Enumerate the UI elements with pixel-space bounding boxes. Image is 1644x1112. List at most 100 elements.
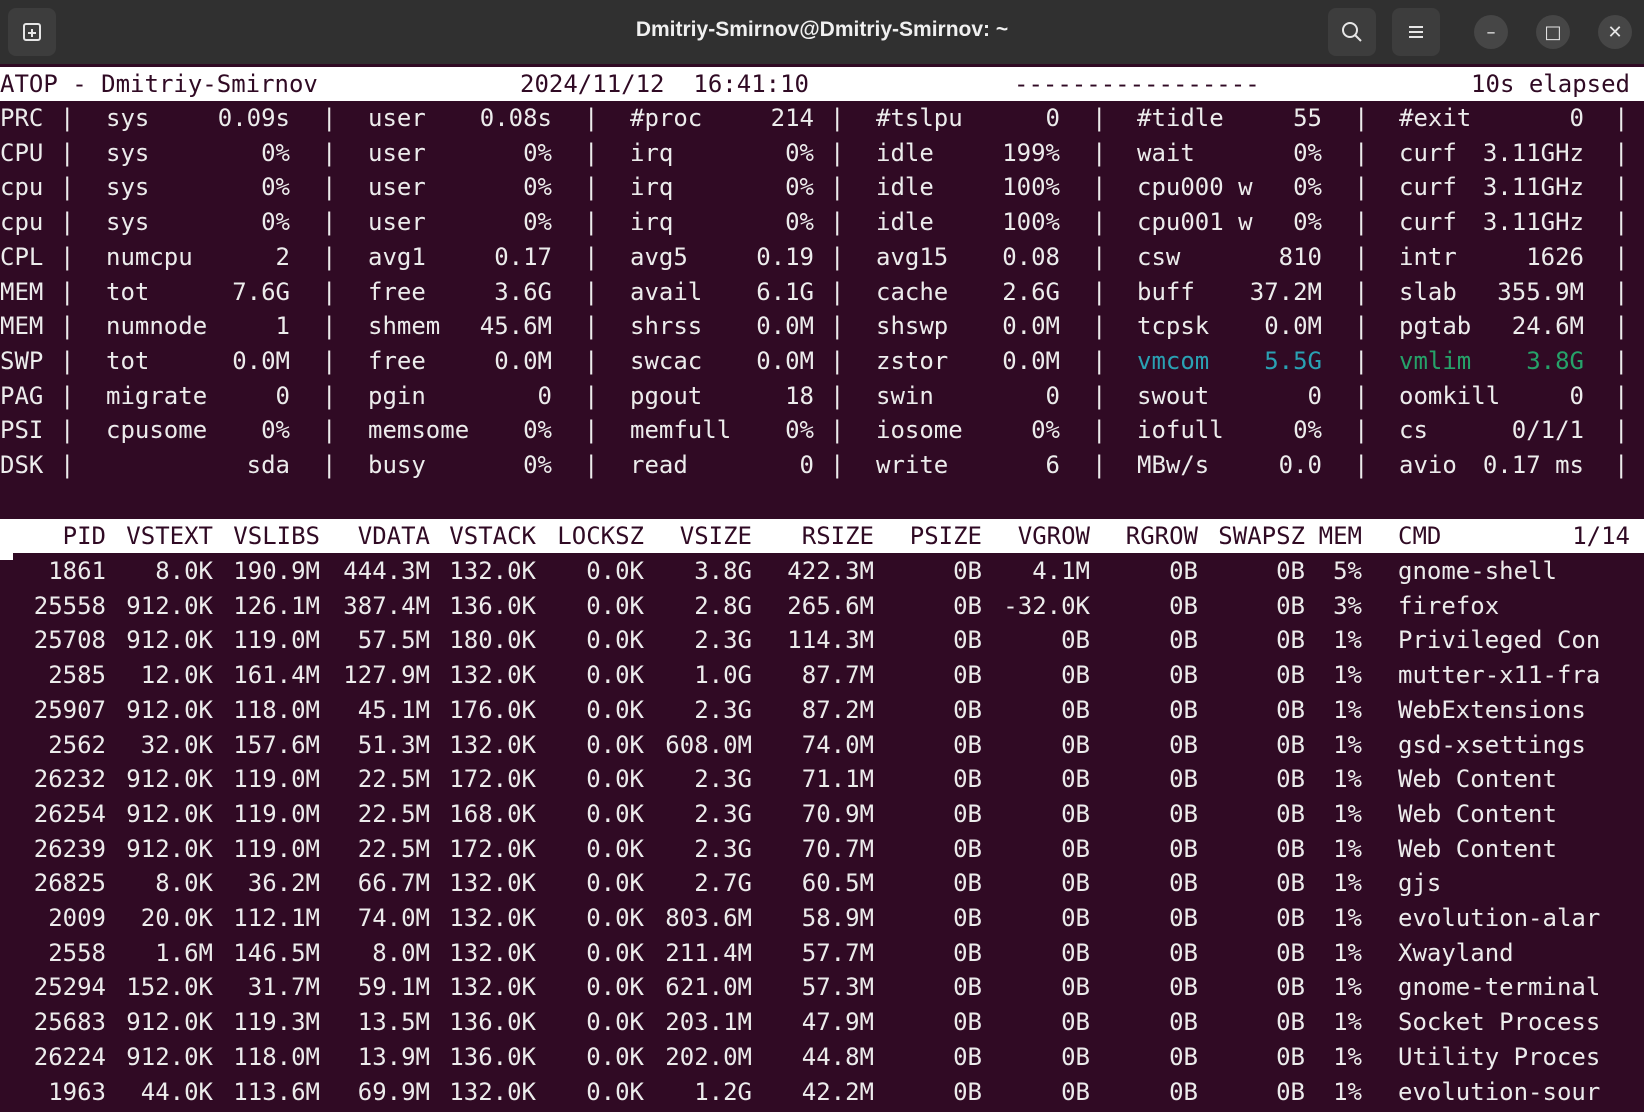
column-separator: | [1354,208,1369,237]
process-row: 2009 20.0K 112.1M 74.0M 132.0K 0.0K 803.6M 58.9… [0,901,1644,935]
column-separator: | [1354,451,1369,479]
process-row: 2585 12.0K 161.4M 127.9M 132.0K 0.0K 1.0G 87.7M… [0,658,1644,692]
terminal-area[interactable]: ATOP - Dmitriy-Smirnov 2024/11/12 16:41:… [0,64,1644,1112]
column-separator: | [584,242,599,271]
column-separator: | [1614,312,1629,341]
column-separator: | [60,208,75,237]
column-separator: | [322,277,337,306]
process-cell-mem: 5% [1333,557,1362,585]
maximize-button[interactable]: □ [1536,15,1570,49]
column-separator: | [60,381,75,410]
process-cell-mem: 1% [1333,1008,1362,1037]
process-cell-mem: 1% [1333,695,1362,724]
process-row: 25907 912.0K 118.0M 45.1M 176.0K 0.0K 2.3G 87.2… [0,693,1644,727]
stat-value: 100% [1002,208,1060,237]
stat-value: 0% [1293,208,1322,237]
stat-value: 0.19 [756,242,814,271]
stat-value: 199% [1002,138,1060,167]
column-separator: | [1092,173,1107,202]
stat-value: 0% [785,208,814,237]
process-row: 26224 912.0K 118.0M 13.9M 136.0K 0.0K 202.0M 44… [0,1040,1644,1074]
stat-value: 24.6M [1511,312,1584,341]
search-button[interactable] [1328,8,1376,56]
stat-row-label: SWP [0,346,44,375]
stat-value: 0 [1045,381,1060,410]
stat-value: 0 [275,381,290,410]
column-separator: | [830,138,845,167]
stat-value: 3.11GHz [1482,173,1584,202]
close-button[interactable]: ✕ [1598,15,1632,49]
column-separator: | [1614,451,1629,479]
column-separator: | [322,173,337,202]
process-cell-cmd: gjs [1398,869,1442,898]
column-separator: | [1092,277,1107,306]
process-cell-cmd: Web Content [1398,834,1557,863]
process-row: 26239 912.0K 119.0M 22.5M 172.0K 0.0K 2.3G 70.7… [0,832,1644,866]
process-column-header: PID VSTEXT VSLIBS VDATA VSTACK LOCKSZ VSIZE RSI… [0,519,1644,553]
page-indicator: 1/14 [1572,522,1630,550]
column-separator: | [322,451,337,479]
stat-value: 0.0M [1264,312,1322,341]
stat-row-cpu: CPU | | | | | | | sys 0% user 0% irq 0% idle 199% wait 0%… [0,136,1644,170]
stat-value: 810 [1278,242,1322,271]
stat-row-label: PAG [0,381,44,410]
process-cell-mem: 1% [1333,834,1362,863]
stat-row-psi: PSI | | | | | | | cpusome 0% memsome 0% memfull 0% ios… [0,413,1644,447]
stat-value: 0.08s [479,104,552,132]
process-cell-cmd: evolution-sour [1398,1077,1601,1106]
stat-value: 0% [785,138,814,167]
stat-value: 0 [1045,104,1060,132]
stat-value: 0 [799,451,814,479]
stat-row-label: DSK [0,451,44,479]
column-separator: | [830,208,845,237]
stat-value: 0.0M [494,346,552,375]
atop-header-bar: ATOP - Dmitriy-Smirnov 2024/11/12 16:41:… [0,67,1644,101]
column-separator: | [1614,416,1629,445]
column-separator: | [1092,242,1107,271]
stat-row-cpu: cpu | | | | | | | sys 0% user 0% irq 0% idle 100% cpu001… [0,205,1644,239]
process-row: 26232 912.0K 119.0M 22.5M 172.0K 0.0K 2.3G 71.1… [0,762,1644,796]
stat-row-cpu: cpu | | | | | | | sys 0% user 0% irq 0% idle 100% cpu000… [0,170,1644,204]
stat-value: 0% [523,416,552,445]
column-separator: | [1614,138,1629,167]
stat-row-label: MEM [0,277,44,306]
stat-value: 7.6G [232,277,290,306]
process-row: 25683 912.0K 119.3M 13.5M 136.0K 0.0K 203.1M 47… [0,1005,1644,1039]
stat-value: 0% [261,173,290,202]
column-separator: | [1092,138,1107,167]
stat-row-label: PSI [0,416,44,445]
minimize-button[interactable]: – [1474,15,1508,49]
column-separator: | [322,138,337,167]
stat-value: 3.11GHz [1482,138,1584,167]
stat-value: 0% [523,173,552,202]
stat-value: 2 [275,242,290,271]
column-separator: | [60,138,75,167]
stat-row-pag: PAG | | | | | | | migrate 0 pgin 0 pgout 18 swin 0 swout… [0,379,1644,413]
stat-value: 0.0M [232,346,290,375]
process-cell-cmd: gnome-terminal [1398,973,1601,1002]
stat-value: 0% [523,451,552,479]
stat-value: 6.1G [756,277,814,306]
process-cell-cmd: Xwayland [1398,938,1514,967]
stat-value: 45.6M [479,312,552,341]
process-cell-cmd: mutter-x11-fra [1398,661,1601,690]
column-separator: | [1614,346,1629,375]
stat-value: 0 [1569,104,1584,132]
process-row: 26825 8.0K 36.2M 66.7M 132.0K 0.0K 2.7G 60.5M 0B… [0,866,1644,900]
stat-row-label: cpu [0,208,44,237]
stat-value: 100% [1002,173,1060,202]
process-cell-cmd: evolution-alar [1398,904,1601,932]
terminal-window: Dmitriy-Smirnov@Dmitriy-Smirnov: ~ – □ ✕ [0,0,1644,1112]
title-bar: Dmitriy-Smirnov@Dmitriy-Smirnov: ~ – □ ✕ [0,0,1644,64]
stat-row-prc: PRC | | | | | | | sys 0.09s user 0.08s #proc 214 #tslp… [0,101,1644,135]
stat-value: 0% [261,416,290,445]
stat-value: 0% [785,173,814,202]
close-icon: ✕ [1607,21,1623,43]
column-separator: | [584,104,599,132]
atop-flags: ----------------- [1014,70,1260,98]
column-header-cmd: CMD [1398,522,1442,550]
menu-button[interactable] [1392,8,1440,56]
column-separator: | [830,173,845,202]
maximize-icon: □ [1544,21,1562,43]
process-cell-mem: 1% [1333,799,1362,828]
